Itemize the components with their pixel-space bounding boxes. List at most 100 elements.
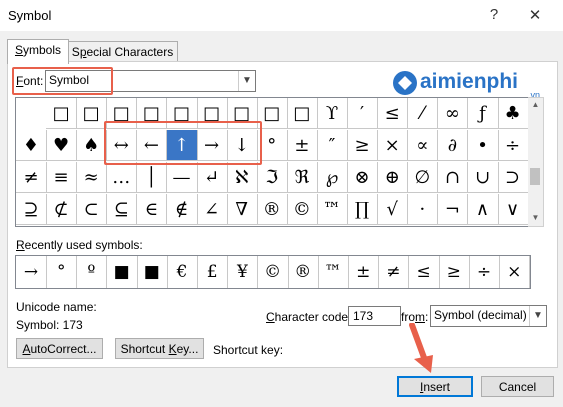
watermark-text: aimienphi <box>420 70 519 93</box>
character-code-input[interactable]: 173 <box>348 306 401 326</box>
symbol-cell[interactable]: ∠ <box>196 194 228 225</box>
scroll-thumb[interactable] <box>530 168 540 185</box>
symbol-cell[interactable]: ∇ <box>226 194 258 225</box>
from-select[interactable]: Symbol (decimal) ▼ <box>430 305 547 327</box>
autocorrect-button[interactable]: AutoCorrect... <box>16 338 103 359</box>
symbol-cell[interactable]: ∅ <box>407 162 439 193</box>
title-bar: Symbol ? ✕ <box>0 0 563 31</box>
symbol-cell[interactable]: ≈ <box>76 162 108 193</box>
recent-symbols[interactable]: → ° º ■ ■ € £ ¥ © ® ™ ± ≠ ≤ ≥ ÷ × <box>15 255 531 289</box>
symbol-cell[interactable]: — <box>166 162 198 193</box>
insert-button[interactable]: Insert <box>397 376 473 397</box>
symbol-cell[interactable]: √ <box>377 194 409 225</box>
symbol-cell[interactable]: ℘ <box>317 162 348 193</box>
recent-symbol-cell[interactable]: × <box>499 256 531 288</box>
recent-symbol-cell[interactable]: © <box>258 256 289 288</box>
recent-symbol-cell[interactable]: ± <box>348 256 380 288</box>
symbol-cell[interactable]: ″ <box>317 130 348 161</box>
symbol-cell[interactable]: ¬ <box>437 194 469 225</box>
symbol-cell[interactable]: ± <box>286 130 318 161</box>
unicode-name-label: Unicode name: <box>16 300 97 314</box>
symbol-cell[interactable]: ℜ <box>286 162 318 193</box>
symbol-cell[interactable]: ∧ <box>467 194 499 225</box>
pointer-arrow-icon <box>409 323 433 373</box>
scroll-up-icon[interactable]: ▲ <box>528 98 543 112</box>
symbol-cell[interactable]: ℑ <box>256 162 288 193</box>
recent-symbol-cell[interactable]: ≤ <box>409 256 440 288</box>
symbol-cell[interactable]: ⁄ <box>407 98 439 129</box>
symbol-cell[interactable]: ♦ <box>16 130 47 161</box>
symbol-cell[interactable]: ≤ <box>377 98 409 129</box>
grid-scrollbar[interactable]: ▲ ▼ <box>528 97 544 227</box>
help-button[interactable]: ? <box>482 4 506 26</box>
window-title: Symbol <box>8 8 52 23</box>
from-label: from: <box>401 310 429 324</box>
symbol-grid[interactable]: □ □ □ □ □ □ □ □ □ ϒ ′ ≤ ⁄ ∞ ƒ ♣ ♦ ♥ ♠ ↔ ← ↑ → ↓ ° ± ″ ≥ × ∝ ∂ • ÷ ≠ ≡ ≈… │ — ↵… <box>15 97 529 227</box>
shortcut-key-button[interactable]: Shortcut Key... <box>115 338 204 359</box>
recent-symbol-cell[interactable]: ■ <box>137 256 168 288</box>
symbol-cell[interactable]: • <box>467 130 499 161</box>
symbol-cell[interactable]: ∨ <box>497 194 529 225</box>
shortcut-key-label: Shortcut key: <box>213 343 284 357</box>
symbol-cell[interactable]: × <box>377 130 409 161</box>
symbol-cell[interactable]: ϒ <box>317 98 348 129</box>
symbol-cell[interactable]: © <box>286 194 318 225</box>
recent-symbol-cell[interactable]: ® <box>288 256 319 288</box>
recent-symbol-cell[interactable]: → <box>16 256 47 288</box>
scroll-down-icon[interactable]: ▼ <box>528 211 543 225</box>
symbol-cell[interactable]: ℵ <box>226 162 258 193</box>
recent-symbol-cell[interactable]: º <box>76 256 108 288</box>
symbol-cell[interactable]: ⊄ <box>46 194 78 225</box>
symbol-cell[interactable]: ÷ <box>497 130 529 161</box>
symbol-cell[interactable]: ≡ <box>46 162 78 193</box>
recent-symbol-cell[interactable]: ÷ <box>469 256 500 288</box>
symbol-cell[interactable]: │ <box>136 162 168 193</box>
symbol-cell[interactable]: ⊆ <box>106 194 138 225</box>
symbol-cell[interactable]: ∉ <box>166 194 198 225</box>
symbol-cell[interactable]: ⊇ <box>16 194 47 225</box>
symbol-cell[interactable]: ⊃ <box>497 162 529 193</box>
recent-symbol-cell[interactable]: ™ <box>318 256 349 288</box>
symbol-cell[interactable]: ⋅ <box>407 194 439 225</box>
symbol-cell[interactable]: ∞ <box>437 98 469 129</box>
symbol-cell[interactable]: ∏ <box>347 194 379 225</box>
symbol-cell[interactable]: □ <box>46 98 78 129</box>
symbol-cell[interactable]: ∈ <box>136 194 168 225</box>
recent-symbol-cell[interactable]: ¥ <box>227 256 259 288</box>
recent-symbol-cell[interactable]: ° <box>46 256 78 288</box>
recent-symbol-cell[interactable]: ≠ <box>378 256 410 288</box>
symbol-cell[interactable]: ∪ <box>467 162 499 193</box>
unicode-name-value: Symbol: 173 <box>16 318 83 332</box>
cancel-button[interactable]: Cancel <box>481 376 554 397</box>
symbol-cell[interactable]: ♣ <box>497 98 529 129</box>
symbol-cell[interactable]: ↵ <box>196 162 228 193</box>
symbol-cell[interactable]: ∂ <box>437 130 469 161</box>
tab-symbols[interactable]: Symbols <box>7 39 69 64</box>
tab-special-characters[interactable]: Special Characters <box>67 41 178 63</box>
recent-symbol-cell[interactable]: € <box>167 256 198 288</box>
symbol-cell[interactable]: ™ <box>317 194 348 225</box>
symbol-cell[interactable]: ′ <box>347 98 379 129</box>
symbol-cell[interactable]: ♠ <box>76 130 108 161</box>
recent-symbol-cell[interactable]: ■ <box>107 256 138 288</box>
chevron-down-icon[interactable]: ▼ <box>238 71 255 91</box>
symbol-cell[interactable]: ∩ <box>437 162 469 193</box>
chevron-down-icon[interactable]: ▼ <box>529 306 546 326</box>
symbol-cell[interactable]: ♥ <box>46 130 78 161</box>
symbol-cell[interactable]: ≠ <box>16 162 47 193</box>
close-button[interactable]: ✕ <box>515 2 555 29</box>
symbol-cell[interactable]: ⊗ <box>347 162 379 193</box>
symbol-cell[interactable]: □ <box>286 98 318 129</box>
character-code-label: Character code: <box>266 310 352 324</box>
recent-symbol-cell[interactable]: ≥ <box>439 256 470 288</box>
symbol-cell[interactable]: ® <box>256 194 288 225</box>
recent-label: Recently used symbols: <box>16 238 143 252</box>
symbol-cell[interactable]: ⊕ <box>377 162 409 193</box>
symbol-cell[interactable]: ⊂ <box>76 194 108 225</box>
symbol-cell[interactable]: ≥ <box>347 130 379 161</box>
symbol-cell[interactable]: ∝ <box>407 130 439 161</box>
symbol-cell[interactable]: … <box>106 162 138 193</box>
recent-symbol-cell[interactable]: £ <box>197 256 229 288</box>
symbol-cell[interactable]: ƒ <box>467 98 499 129</box>
symbol-cell[interactable]: □ <box>76 98 108 129</box>
